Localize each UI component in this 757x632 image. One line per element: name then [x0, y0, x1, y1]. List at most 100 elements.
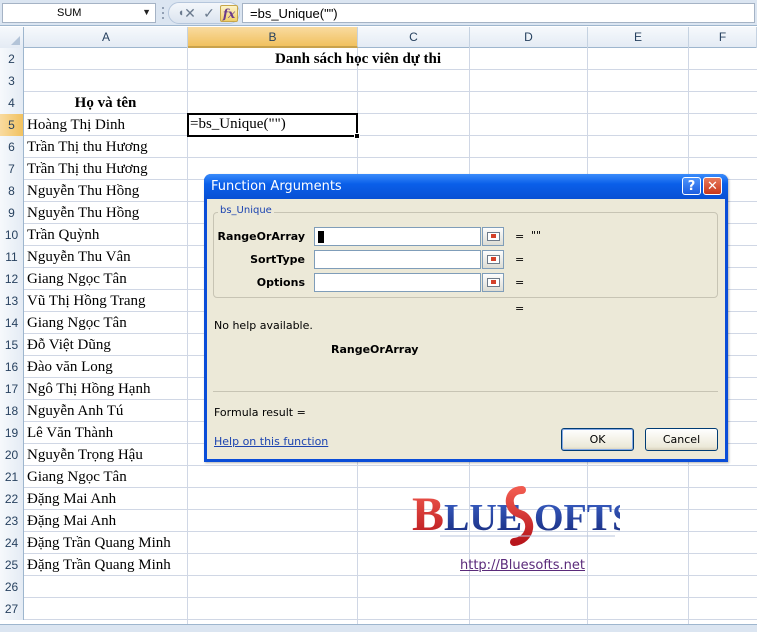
- name-cell[interactable]: Giang Ngọc Tân: [27, 312, 127, 334]
- arg-input-sorttype[interactable]: [314, 250, 481, 269]
- row-header[interactable]: 7: [0, 158, 24, 180]
- arg-description-title: RangeOrArray: [331, 343, 419, 356]
- cancel-button[interactable]: Cancel: [645, 428, 718, 451]
- row-header[interactable]: 4: [0, 92, 24, 114]
- name-cell[interactable]: Đặng Mai Anh: [27, 488, 116, 510]
- select-all-corner[interactable]: [0, 27, 24, 48]
- row-header[interactable]: 14: [0, 312, 24, 334]
- row-header[interactable]: 22: [0, 488, 24, 510]
- column-header-d[interactable]: D: [470, 27, 588, 48]
- arg-value-rangeorarray: "": [531, 229, 542, 242]
- help-on-function-link[interactable]: Help on this function: [214, 435, 328, 448]
- active-cell-value: =bs_Unique(""): [190, 116, 286, 132]
- row-header[interactable]: 6: [0, 136, 24, 158]
- row-header[interactable]: 16: [0, 356, 24, 378]
- cancel-entry-icon[interactable]: ✕: [181, 5, 199, 22]
- row-header[interactable]: 12: [0, 268, 24, 290]
- svg-text:B: B: [412, 488, 444, 541]
- arg-equals: =: [515, 276, 525, 289]
- name-cell[interactable]: Nguyễn Anh Tú: [27, 400, 123, 422]
- table-row: 23 Đặng Mai Anh: [0, 510, 757, 532]
- row-header[interactable]: 2: [0, 48, 24, 70]
- collapse-dialog-button-rangeorarray[interactable]: [482, 227, 504, 246]
- arg-equals: =: [515, 230, 525, 243]
- close-icon[interactable]: ✕: [703, 177, 722, 195]
- row-header[interactable]: 25: [0, 554, 24, 576]
- formula-buttons-group: ◖ ✕ ✓ fx: [168, 2, 240, 24]
- name-cell[interactable]: Giang Ngọc Tân: [27, 268, 127, 290]
- column-header-c[interactable]: C: [358, 27, 470, 48]
- row-header[interactable]: 9: [0, 202, 24, 224]
- svg-text:OFTS: OFTS: [534, 497, 620, 539]
- row-header[interactable]: 10: [0, 224, 24, 246]
- column-headers: A B C D E F: [0, 27, 757, 48]
- function-arguments-dialog: Function Arguments ? ✕ bs_Unique RangeOr…: [204, 174, 728, 462]
- row-header[interactable]: 5: [0, 114, 24, 136]
- name-cell[interactable]: Đỗ Việt Dũng: [27, 334, 111, 356]
- name-cell[interactable]: Đào văn Long: [27, 356, 113, 378]
- sheet-tab-strip: [0, 624, 757, 632]
- name-cell[interactable]: Trần Thị thu Hương: [27, 158, 148, 180]
- dialog-title-bar[interactable]: Function Arguments ? ✕: [204, 174, 728, 199]
- row-header[interactable]: 23: [0, 510, 24, 532]
- row-header[interactable]: 21: [0, 466, 24, 488]
- ok-button[interactable]: OK: [561, 428, 634, 451]
- row-header[interactable]: 18: [0, 400, 24, 422]
- insert-function-button[interactable]: fx: [220, 5, 238, 22]
- name-cell[interactable]: Đặng Trần Quang Minh: [27, 532, 171, 554]
- function-name-label: bs_Unique: [218, 205, 274, 216]
- column-a-heading: Họ và tên: [74, 95, 137, 111]
- row-header[interactable]: 15: [0, 334, 24, 356]
- row-header[interactable]: 13: [0, 290, 24, 312]
- bluesofts-url-link[interactable]: http://Bluesofts.net: [460, 558, 585, 573]
- column-header-b[interactable]: B: [188, 27, 358, 48]
- chevron-down-icon[interactable]: ▼: [142, 7, 151, 17]
- arg-input-options[interactable]: [314, 273, 481, 292]
- name-cell[interactable]: Nguyễn Thu Hồng: [27, 180, 139, 202]
- table-row: 3: [0, 70, 757, 92]
- row-header[interactable]: 19: [0, 422, 24, 444]
- name-box[interactable]: SUM ▼: [2, 3, 156, 23]
- collapse-dialog-button-options[interactable]: [482, 273, 504, 292]
- row-header[interactable]: 20: [0, 444, 24, 466]
- enter-entry-icon[interactable]: ✓: [200, 5, 218, 22]
- row-header[interactable]: 26: [0, 576, 24, 598]
- table-row: 2 Danh sách học viên dự thi: [0, 48, 757, 70]
- name-cell[interactable]: Trần Thị thu Hương: [27, 136, 148, 158]
- name-cell[interactable]: Hoàng Thị Dinh: [27, 114, 125, 136]
- name-cell[interactable]: Nguyễn Thu Hồng: [27, 202, 139, 224]
- name-cell[interactable]: Giang Ngọc Tân: [27, 466, 127, 488]
- table-row: 26: [0, 576, 757, 598]
- row-header[interactable]: 27: [0, 598, 24, 620]
- row-header[interactable]: 3: [0, 70, 24, 92]
- row-header[interactable]: 17: [0, 378, 24, 400]
- name-cell[interactable]: Nguyễn Thu Vân: [27, 246, 131, 268]
- formula-result-label: Formula result =: [214, 406, 306, 419]
- name-cell[interactable]: Ngô Thị Hồng Hạnh: [27, 378, 150, 400]
- function-result-equals: =: [515, 302, 525, 315]
- column-header-e[interactable]: E: [588, 27, 689, 48]
- name-cell[interactable]: Trần Quỳnh: [27, 224, 99, 246]
- arg-input-rangeorarray[interactable]: [314, 227, 481, 246]
- text-caret: [318, 231, 324, 243]
- name-cell[interactable]: Vũ Thị Hồng Trang: [27, 290, 146, 312]
- help-icon[interactable]: ?: [682, 177, 701, 195]
- name-cell[interactable]: Đặng Trần Quang Minh: [27, 554, 171, 576]
- table-row: 24 Đặng Trần Quang Minh: [0, 532, 757, 554]
- sheet-title: Danh sách học viên dự thi: [274, 51, 442, 67]
- name-cell[interactable]: Lê Văn Thành: [27, 422, 113, 444]
- table-row: 5 Hoàng Thị Dinh =bs_Unique(""): [0, 113, 757, 139]
- name-cell[interactable]: Đặng Mai Anh: [27, 510, 116, 532]
- column-header-f[interactable]: F: [689, 27, 757, 48]
- dialog-title: Function Arguments: [211, 179, 342, 194]
- collapse-dialog-button-sorttype[interactable]: [482, 250, 504, 269]
- table-row: 4 Họ và tên: [0, 92, 757, 114]
- active-cell-b5[interactable]: =bs_Unique(""): [187, 113, 360, 139]
- name-cell[interactable]: Nguyễn Trọng Hậu: [27, 444, 143, 466]
- column-header-a[interactable]: A: [25, 27, 188, 48]
- row-header[interactable]: 24: [0, 532, 24, 554]
- row-header[interactable]: 11: [0, 246, 24, 268]
- formula-input[interactable]: =bs_Unique(""): [242, 3, 755, 23]
- arg-label-options: Options: [256, 276, 305, 289]
- row-header[interactable]: 8: [0, 180, 24, 202]
